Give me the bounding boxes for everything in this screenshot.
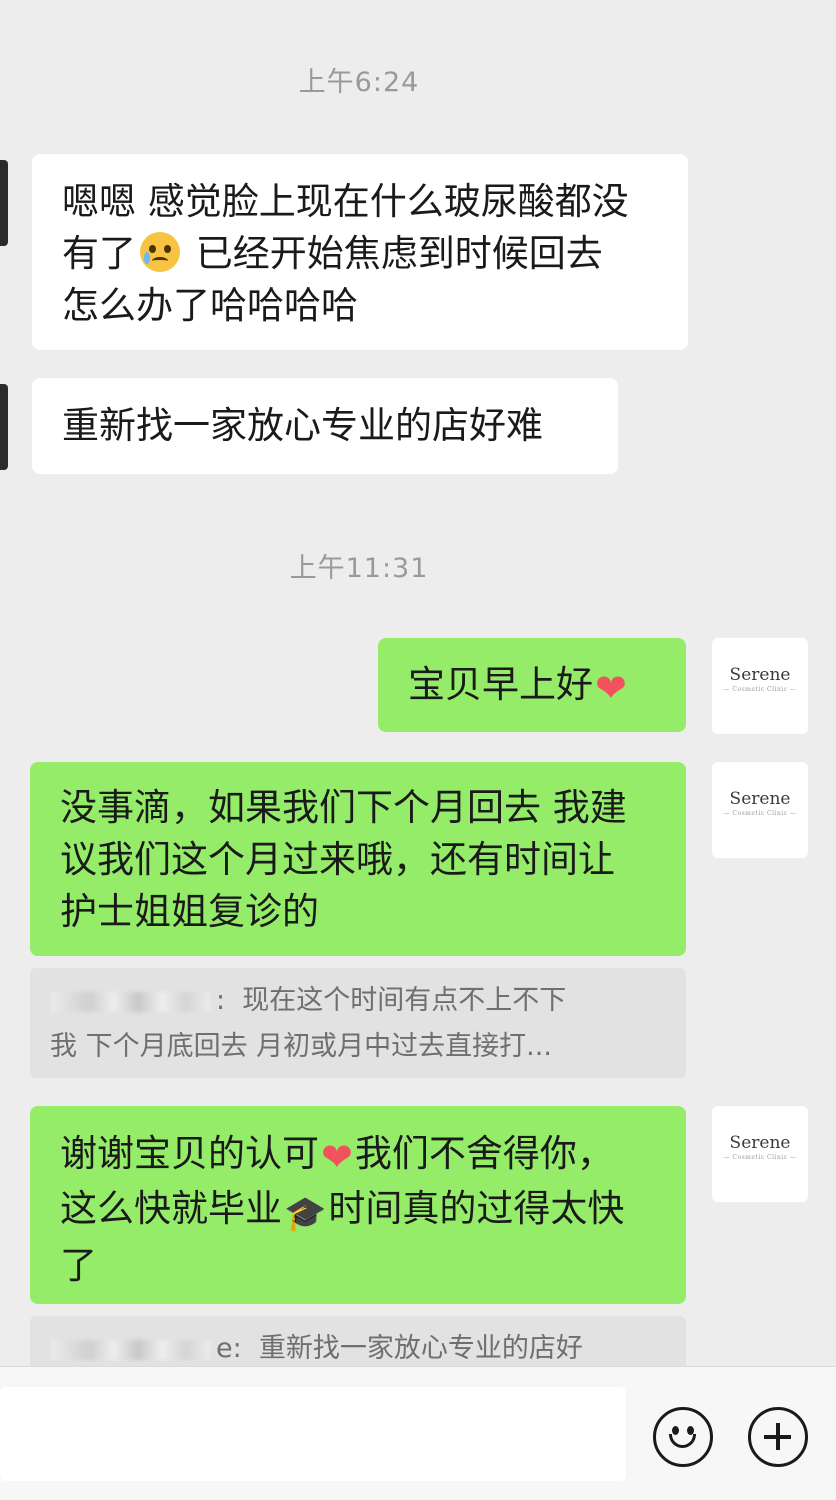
heart-icon: ❤: [321, 1135, 353, 1179]
quoted-message[interactable]: : 现在这个时间有点不上不下 我 下个月底回去 月初或月中过去直接打...: [30, 968, 686, 1078]
message-text-line: 这么快就毕业🎓时间真的过得太快: [60, 1183, 656, 1240]
redacted-sender-name: [50, 1339, 210, 1360]
quote-text-line: 我 下个月底回去 月初或月中过去直接打...: [50, 1031, 552, 1062]
message-input[interactable]: [0, 1387, 626, 1481]
message-text-line: 怎么办了哈哈哈哈: [62, 284, 358, 327]
chat-input-bar: [0, 1366, 836, 1500]
self-avatar[interactable]: Serene — Cosmetic Clinic —: [712, 638, 808, 734]
plus-circle-icon[interactable]: [748, 1407, 808, 1467]
message-text-line: 议我们这个月过来哦，还有时间让: [60, 838, 615, 881]
avatar-brand-text: Serene: [729, 665, 791, 685]
avatar-brand-text: Serene: [729, 1133, 791, 1153]
heart-icon: ❤: [595, 666, 627, 710]
incoming-message-bubble[interactable]: 重新找一家放心专业的店好难: [32, 378, 618, 474]
outgoing-message-bubble[interactable]: 宝贝早上好❤: [378, 638, 686, 732]
self-avatar[interactable]: Serene — Cosmetic Clinic —: [712, 1106, 808, 1202]
message-text-line: 嗯嗯 感觉脸上现在什么玻尿酸都没: [62, 180, 629, 223]
graduation-cap-icon: 🎓: [284, 1194, 327, 1234]
message-text-line: 没事滴，如果我们下个月回去 我建: [60, 786, 627, 829]
smiley-face-icon[interactable]: [653, 1407, 713, 1467]
avatar-subtitle-text: — Cosmetic Clinic —: [723, 810, 797, 817]
contact-avatar-edge[interactable]: [0, 384, 8, 470]
message-text-line: 了: [60, 1244, 97, 1287]
outgoing-message-bubble[interactable]: 谢谢宝贝的认可❤我们不舍得你， 这么快就毕业🎓时间真的过得太快 了: [30, 1106, 686, 1304]
quote-text-line: : 现在这个时间有点不上不下: [50, 978, 666, 1024]
contact-avatar-edge[interactable]: [0, 160, 8, 246]
avatar-subtitle-text: — Cosmetic Clinic —: [723, 1154, 797, 1161]
crying-face-icon: [140, 232, 180, 272]
outgoing-message-bubble[interactable]: 没事滴，如果我们下个月回去 我建 议我们这个月过来哦，还有时间让 护士姐姐复诊的: [30, 762, 686, 956]
message-text-line: 有了 已经开始焦虑到时候回去: [62, 232, 603, 275]
self-avatar[interactable]: Serene — Cosmetic Clinic —: [712, 762, 808, 858]
message-text-line: 重新找一家放心专业的店好难: [62, 404, 543, 447]
avatar-subtitle-text: — Cosmetic Clinic —: [723, 686, 797, 693]
avatar-brand-text: Serene: [729, 789, 791, 809]
message-text-line: 宝贝早上好❤: [408, 659, 656, 714]
timestamp: 上午11:31: [289, 553, 429, 584]
incoming-message-bubble[interactable]: 嗯嗯 感觉脸上现在什么玻尿酸都没 有了 已经开始焦虑到时候回去 怎么办了哈哈哈哈: [32, 154, 688, 350]
message-text-line: 谢谢宝贝的认可❤我们不舍得你，: [60, 1128, 656, 1183]
redacted-sender-name: [50, 991, 210, 1012]
message-text-line: 护士姐姐复诊的: [60, 890, 319, 933]
timestamp: 上午6:24: [298, 67, 420, 98]
